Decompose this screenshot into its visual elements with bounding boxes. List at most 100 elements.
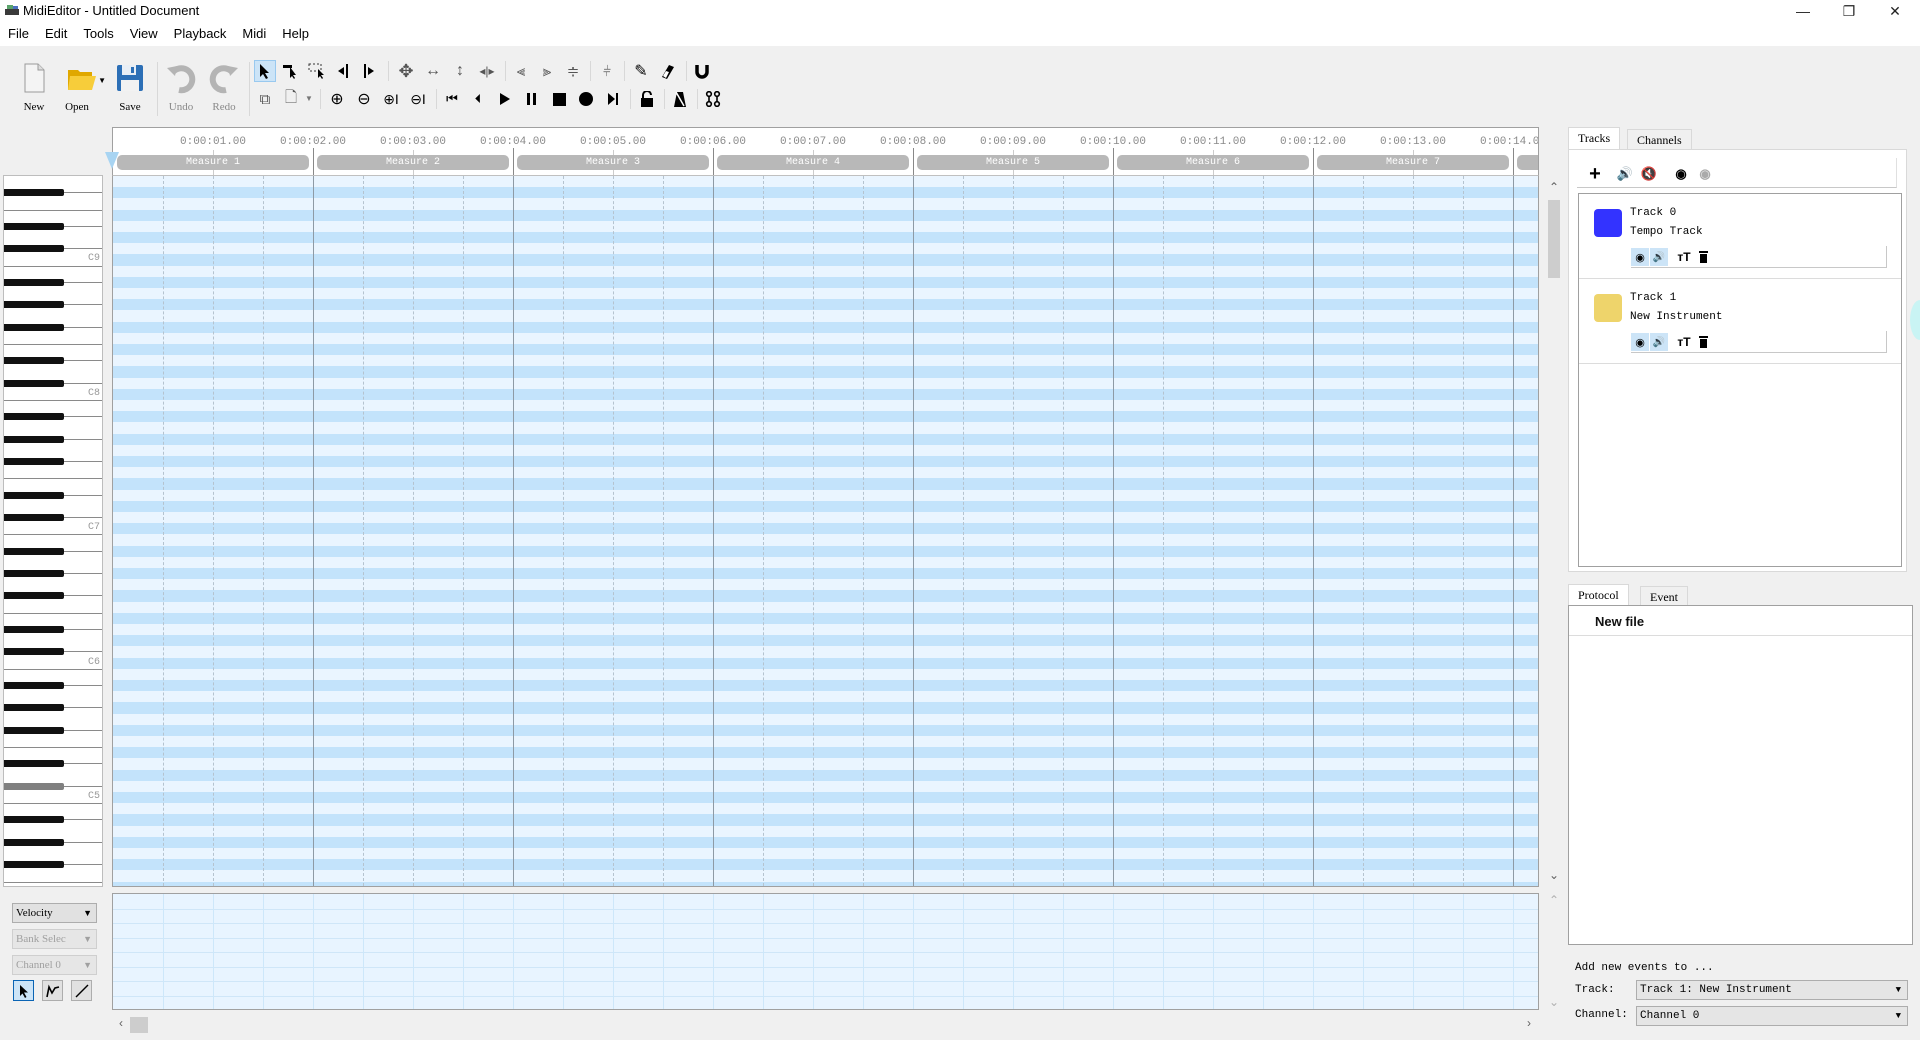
menu-view[interactable]: View [122, 22, 166, 46]
zoom-ver-in-button[interactable]: ⊕I [380, 88, 402, 110]
black-key[interactable] [4, 592, 64, 600]
timeline-ruler[interactable]: 0:00:01.00 0:00:02.00 0:00:03.00 0:00:04.00… [112, 127, 1539, 175]
tab-event[interactable]: Event [1640, 586, 1688, 606]
add-events-channel-select[interactable]: Channel 0 ▼ [1636, 1006, 1908, 1026]
pencil-button[interactable]: ✎ [630, 60, 652, 82]
size-change-button[interactable]: ◂|▸ [476, 60, 498, 82]
paste-dropdown-icon[interactable]: ▼ [305, 94, 313, 103]
back-to-begin-button[interactable]: ⏮ [441, 88, 463, 110]
select-left-button[interactable] [332, 60, 354, 82]
black-key[interactable] [4, 648, 64, 656]
black-key[interactable] [4, 301, 64, 309]
horizontal-scroll-thumb[interactable] [130, 1017, 148, 1033]
black-key[interactable] [4, 222, 64, 230]
quantize-button[interactable]: ⫩ [596, 60, 618, 82]
tab-protocol[interactable]: Protocol [1568, 584, 1629, 606]
connections-button[interactable] [702, 88, 724, 110]
velocity-line-tool[interactable] [71, 980, 92, 1001]
open-dropdown-icon[interactable]: ▼ [98, 76, 106, 85]
zoom-ver-out-button[interactable]: ⊖I [407, 88, 429, 110]
rename-track-button[interactable]: ᴛT [1675, 333, 1693, 351]
move-vertical-button[interactable]: ↕ [449, 60, 471, 82]
black-key[interactable] [4, 570, 64, 577]
menu-midi[interactable]: Midi [234, 22, 274, 46]
tab-tracks[interactable]: Tracks [1568, 127, 1621, 149]
black-key[interactable] [4, 435, 64, 443]
measure-label[interactable]: Measure 4 [717, 155, 909, 170]
track-item[interactable]: Track 1 New Instrument ◉ 🔊 ᴛT [1579, 279, 1901, 364]
black-key[interactable] [4, 189, 64, 197]
velocity-freehand-tool[interactable] [42, 980, 63, 1001]
menu-edit[interactable]: Edit [37, 22, 75, 46]
black-key[interactable] [4, 816, 64, 824]
black-key[interactable] [4, 726, 64, 734]
undo-button[interactable]: Undo [161, 62, 201, 118]
black-key[interactable] [4, 861, 64, 869]
velocity-scroll-up-icon[interactable]: ⌃ [1545, 893, 1563, 907]
all-tracks-visible-button[interactable]: ◉ [1671, 164, 1691, 184]
track-visible-toggle[interactable]: ◉ [1631, 248, 1649, 266]
select-single-button[interactable] [280, 60, 302, 82]
all-tracks-audible-button[interactable]: 🔊 [1615, 164, 1635, 184]
measure-label[interactable]: Measure 6 [1117, 155, 1309, 170]
zoom-hor-in-button[interactable]: ⊕ [326, 88, 348, 110]
track-item[interactable]: Track 0 Tempo Track ◉ 🔊 ᴛT [1579, 194, 1901, 279]
paste-button[interactable]: 🗋 [280, 88, 302, 110]
black-key[interactable] [4, 682, 64, 689]
track-visible-toggle[interactable]: ◉ [1631, 333, 1649, 351]
playhead-marker[interactable] [105, 152, 119, 169]
black-key[interactable] [4, 626, 64, 633]
measure-label[interactable]: Measure 7 [1317, 155, 1509, 170]
move-all-button[interactable]: ✥ [395, 60, 417, 82]
add-track-button[interactable]: + [1585, 163, 1605, 185]
black-key[interactable] [4, 379, 64, 387]
redo-button[interactable]: Redo [204, 62, 244, 118]
menu-tools[interactable]: Tools [75, 22, 121, 46]
all-tracks-mute-button[interactable]: 🔇 [1639, 164, 1659, 184]
piano-roll-grid[interactable] [112, 175, 1539, 887]
black-key[interactable] [4, 413, 64, 421]
eraser-button[interactable] [657, 60, 679, 82]
remove-track-button[interactable] [1694, 248, 1712, 266]
scroll-right-icon[interactable]: › [1520, 1016, 1538, 1030]
add-events-track-select[interactable]: Track 1: New Instrument ▼ [1636, 980, 1908, 1000]
menu-file[interactable]: File [0, 22, 37, 46]
track-audible-toggle[interactable]: 🔊 [1650, 333, 1668, 351]
protocol-entry[interactable]: New file [1569, 606, 1912, 636]
copy-button[interactable]: ⧉ [254, 88, 276, 110]
track-color-swatch[interactable] [1594, 209, 1622, 237]
metronome-button[interactable] [669, 88, 691, 110]
measure-label[interactable]: Measure 2 [317, 155, 509, 170]
forward-button[interactable] [602, 88, 624, 110]
scroll-left-icon[interactable]: ‹ [112, 1016, 130, 1030]
vertical-scrollbar[interactable]: ⌃ ⌄ [1545, 180, 1563, 885]
track-audible-toggle[interactable]: 🔊 [1650, 248, 1668, 266]
piano-keyboard[interactable]: C9 C8 C7 C6 C5 [3, 175, 103, 887]
align-left-button[interactable]: ⫷ [510, 60, 532, 82]
measure-label[interactable]: Measure 3 [517, 155, 709, 170]
black-key[interactable] [4, 278, 64, 286]
menu-help[interactable]: Help [274, 22, 317, 46]
black-key[interactable] [4, 458, 64, 465]
measure-label[interactable]: Measure 1 [117, 155, 309, 170]
back-button[interactable]: ⏴ [467, 88, 489, 110]
velocity-editor[interactable] [112, 893, 1539, 1010]
close-button[interactable]: ✕ [1872, 0, 1918, 22]
measure-label[interactable]: Measure 5 [917, 155, 1109, 170]
scroll-down-icon[interactable]: ⌄ [1545, 868, 1563, 882]
all-tracks-invisible-button[interactable]: ◉ [1695, 164, 1715, 184]
black-key[interactable] [4, 491, 64, 499]
velocity-scroll-down-icon[interactable]: ⌄ [1545, 995, 1563, 1009]
black-key[interactable] [4, 704, 64, 712]
standard-tool-button[interactable] [254, 60, 276, 82]
controller-mode-select[interactable]: Velocity ▼ [12, 903, 97, 923]
magnet-button[interactable] [691, 60, 713, 82]
black-key[interactable] [4, 547, 64, 555]
remove-track-button[interactable] [1694, 333, 1712, 351]
equalize-button[interactable]: ≑ [562, 60, 584, 82]
menu-playback[interactable]: Playback [166, 22, 235, 46]
rename-track-button[interactable]: ᴛT [1675, 248, 1693, 266]
zoom-hor-out-button[interactable]: ⊖ [353, 88, 375, 110]
black-key[interactable] [4, 782, 64, 790]
lock-button[interactable] [636, 88, 658, 110]
